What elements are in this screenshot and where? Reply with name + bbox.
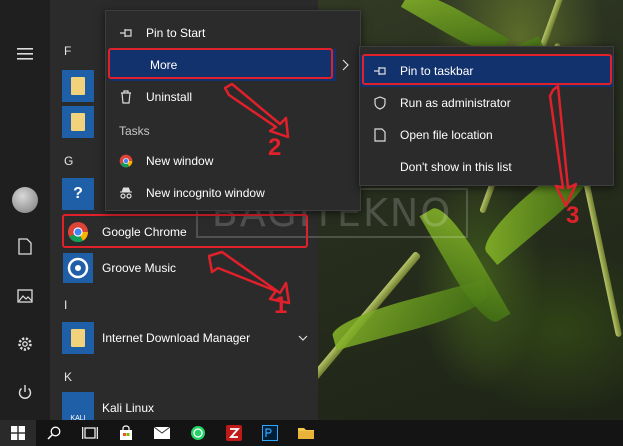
folder-icon: [298, 428, 314, 439]
annotation-number-2: 2: [268, 134, 282, 161]
taskbar-whatsapp[interactable]: [180, 420, 216, 446]
taskbar-filezilla[interactable]: [216, 420, 252, 446]
taskbar-store[interactable]: [108, 420, 144, 446]
search-button[interactable]: [36, 420, 72, 446]
whatsapp-icon: [191, 426, 205, 440]
task-view-icon: [82, 427, 98, 439]
taskbar-mail[interactable]: [144, 420, 180, 446]
mail-icon: [153, 426, 171, 439]
annotation-arrows: [207, 82, 578, 305]
taskbar-file-explorer[interactable]: [288, 420, 324, 446]
taskbar-photoshop[interactable]: [252, 420, 288, 446]
start-button[interactable]: [0, 420, 36, 446]
photoshop-icon: [262, 425, 278, 441]
store-bag-icon: [120, 425, 132, 440]
annotation-number-1: 1: [274, 292, 288, 319]
windows-logo-icon: [11, 426, 25, 440]
filezilla-icon: [226, 425, 242, 441]
search-icon: [47, 426, 61, 440]
annotation-number-3: 3: [566, 202, 580, 229]
taskbar: [0, 420, 623, 446]
task-view-button[interactable]: [72, 420, 108, 446]
